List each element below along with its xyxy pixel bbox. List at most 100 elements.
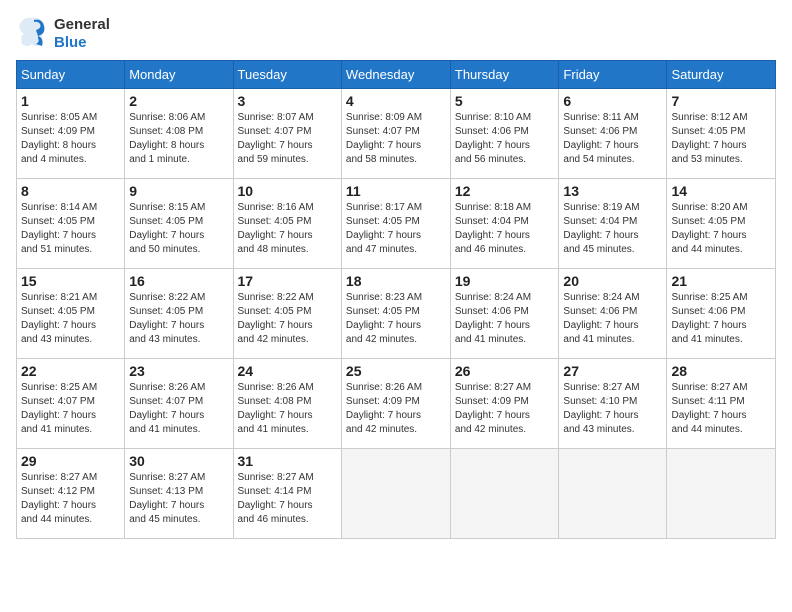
calendar-cell [667,449,776,539]
day-info: Sunrise: 8:15 AM Sunset: 4:05 PM Dayligh… [129,201,228,257]
day-number: 22 [21,363,120,379]
logo-bird-icon [16,16,48,52]
calendar-cell: 9 Sunrise: 8:15 AM Sunset: 4:05 PM Daylig… [125,179,233,269]
column-header-friday: Friday [559,61,667,89]
calendar-cell: 12 Sunrise: 8:18 AM Sunset: 4:04 PM Dayli… [450,179,559,269]
logo-general-text: General [54,16,110,33]
day-number: 4 [346,93,446,109]
day-number: 24 [238,363,337,379]
day-info: Sunrise: 8:19 AM Sunset: 4:04 PM Dayligh… [563,201,662,257]
page-header: General Blue [16,16,776,52]
calendar-cell: 27 Sunrise: 8:27 AM Sunset: 4:10 PM Dayli… [559,359,667,449]
day-number: 28 [671,363,771,379]
day-info: Sunrise: 8:27 AM Sunset: 4:12 PM Dayligh… [21,471,120,527]
day-info: Sunrise: 8:23 AM Sunset: 4:05 PM Dayligh… [346,291,446,347]
day-number: 9 [129,183,228,199]
day-info: Sunrise: 8:16 AM Sunset: 4:05 PM Dayligh… [238,201,337,257]
day-info: Sunrise: 8:25 AM Sunset: 4:06 PM Dayligh… [671,291,771,347]
day-info: Sunrise: 8:14 AM Sunset: 4:05 PM Dayligh… [21,201,120,257]
day-info: Sunrise: 8:06 AM Sunset: 4:08 PM Dayligh… [129,111,228,167]
column-header-wednesday: Wednesday [341,61,450,89]
week-row-2: 8 Sunrise: 8:14 AM Sunset: 4:05 PM Daylig… [17,179,776,269]
day-number: 19 [455,273,555,289]
week-row-3: 15 Sunrise: 8:21 AM Sunset: 4:05 PM Dayli… [17,269,776,359]
calendar-table: SundayMondayTuesdayWednesdayThursdayFrid… [16,60,776,539]
day-number: 31 [238,453,337,469]
day-number: 5 [455,93,555,109]
column-header-sunday: Sunday [17,61,125,89]
calendar-cell [559,449,667,539]
day-info: Sunrise: 8:25 AM Sunset: 4:07 PM Dayligh… [21,381,120,437]
calendar-cell: 15 Sunrise: 8:21 AM Sunset: 4:05 PM Dayli… [17,269,125,359]
calendar-cell: 3 Sunrise: 8:07 AM Sunset: 4:07 PM Daylig… [233,89,341,179]
day-number: 16 [129,273,228,289]
logo: General Blue [16,16,110,52]
day-number: 26 [455,363,555,379]
day-info: Sunrise: 8:10 AM Sunset: 4:06 PM Dayligh… [455,111,555,167]
column-header-thursday: Thursday [450,61,559,89]
calendar-cell: 1Sunrise: 8:05 AM Sunset: 4:09 PM Daylig… [17,89,125,179]
day-number: 25 [346,363,446,379]
calendar-cell: 29 Sunrise: 8:27 AM Sunset: 4:12 PM Dayli… [17,449,125,539]
day-number: 18 [346,273,446,289]
day-info: Sunrise: 8:27 AM Sunset: 4:09 PM Dayligh… [455,381,555,437]
day-number: 23 [129,363,228,379]
day-info: Sunrise: 8:20 AM Sunset: 4:05 PM Dayligh… [671,201,771,257]
day-info: Sunrise: 8:17 AM Sunset: 4:05 PM Dayligh… [346,201,446,257]
day-number: 27 [563,363,662,379]
week-row-1: 1Sunrise: 8:05 AM Sunset: 4:09 PM Daylig… [17,89,776,179]
calendar-cell: 31Sunrise: 8:27 AM Sunset: 4:14 PM Dayli… [233,449,341,539]
day-number: 11 [346,183,446,199]
day-number: 17 [238,273,337,289]
day-number: 29 [21,453,120,469]
calendar-cell: 23 Sunrise: 8:26 AM Sunset: 4:07 PM Dayli… [125,359,233,449]
calendar-cell [450,449,559,539]
day-info: Sunrise: 8:27 AM Sunset: 4:13 PM Dayligh… [129,471,228,527]
day-info: Sunrise: 8:22 AM Sunset: 4:05 PM Dayligh… [129,291,228,347]
day-info: Sunrise: 8:21 AM Sunset: 4:05 PM Dayligh… [21,291,120,347]
day-number: 3 [238,93,337,109]
calendar-cell: 8 Sunrise: 8:14 AM Sunset: 4:05 PM Daylig… [17,179,125,269]
day-info: Sunrise: 8:11 AM Sunset: 4:06 PM Dayligh… [563,111,662,167]
day-number: 21 [671,273,771,289]
day-info: Sunrise: 8:27 AM Sunset: 4:10 PM Dayligh… [563,381,662,437]
day-info: Sunrise: 8:12 AM Sunset: 4:05 PM Dayligh… [671,111,771,167]
day-number: 8 [21,183,120,199]
calendar-cell: 5 Sunrise: 8:10 AM Sunset: 4:06 PM Daylig… [450,89,559,179]
calendar-cell: 24 Sunrise: 8:26 AM Sunset: 4:08 PM Dayli… [233,359,341,449]
column-header-tuesday: Tuesday [233,61,341,89]
calendar-cell: 19Sunrise: 8:24 AM Sunset: 4:06 PM Dayli… [450,269,559,359]
calendar-cell: 21 Sunrise: 8:25 AM Sunset: 4:06 PM Dayli… [667,269,776,359]
calendar-cell: 22 Sunrise: 8:25 AM Sunset: 4:07 PM Dayli… [17,359,125,449]
day-number: 12 [455,183,555,199]
calendar-cell: 11 Sunrise: 8:17 AM Sunset: 4:05 PM Dayli… [341,179,450,269]
day-info: Sunrise: 8:26 AM Sunset: 4:07 PM Dayligh… [129,381,228,437]
day-info: Sunrise: 8:26 AM Sunset: 4:09 PM Dayligh… [346,381,446,437]
calendar-cell: 2 Sunrise: 8:06 AM Sunset: 4:08 PM Daylig… [125,89,233,179]
calendar-cell: 10Sunrise: 8:16 AM Sunset: 4:05 PM Dayli… [233,179,341,269]
day-number: 30 [129,453,228,469]
calendar-header-row: SundayMondayTuesdayWednesdayThursdayFrid… [17,61,776,89]
day-info: Sunrise: 8:24 AM Sunset: 4:06 PM Dayligh… [563,291,662,347]
day-number: 7 [671,93,771,109]
day-number: 14 [671,183,771,199]
calendar-cell: 6Sunrise: 8:11 AM Sunset: 4:06 PM Daylig… [559,89,667,179]
day-info: Sunrise: 8:05 AM Sunset: 4:09 PM Dayligh… [21,111,120,167]
day-number: 15 [21,273,120,289]
day-info: Sunrise: 8:07 AM Sunset: 4:07 PM Dayligh… [238,111,337,167]
day-info: Sunrise: 8:26 AM Sunset: 4:08 PM Dayligh… [238,381,337,437]
calendar-cell: 18 Sunrise: 8:23 AM Sunset: 4:05 PM Dayli… [341,269,450,359]
calendar-cell: 26 Sunrise: 8:27 AM Sunset: 4:09 PM Dayli… [450,359,559,449]
logo-blue-text: Blue [54,34,87,51]
calendar-cell: 16 Sunrise: 8:22 AM Sunset: 4:05 PM Dayli… [125,269,233,359]
calendar-cell: 17Sunrise: 8:22 AM Sunset: 4:05 PM Dayli… [233,269,341,359]
week-row-4: 22 Sunrise: 8:25 AM Sunset: 4:07 PM Dayli… [17,359,776,449]
calendar-cell: 13Sunrise: 8:19 AM Sunset: 4:04 PM Dayli… [559,179,667,269]
calendar-cell: 25 Sunrise: 8:26 AM Sunset: 4:09 PM Dayli… [341,359,450,449]
day-number: 20 [563,273,662,289]
day-number: 2 [129,93,228,109]
day-info: Sunrise: 8:27 AM Sunset: 4:11 PM Dayligh… [671,381,771,437]
column-header-saturday: Saturday [667,61,776,89]
day-info: Sunrise: 8:18 AM Sunset: 4:04 PM Dayligh… [455,201,555,257]
week-row-5: 29 Sunrise: 8:27 AM Sunset: 4:12 PM Dayli… [17,449,776,539]
